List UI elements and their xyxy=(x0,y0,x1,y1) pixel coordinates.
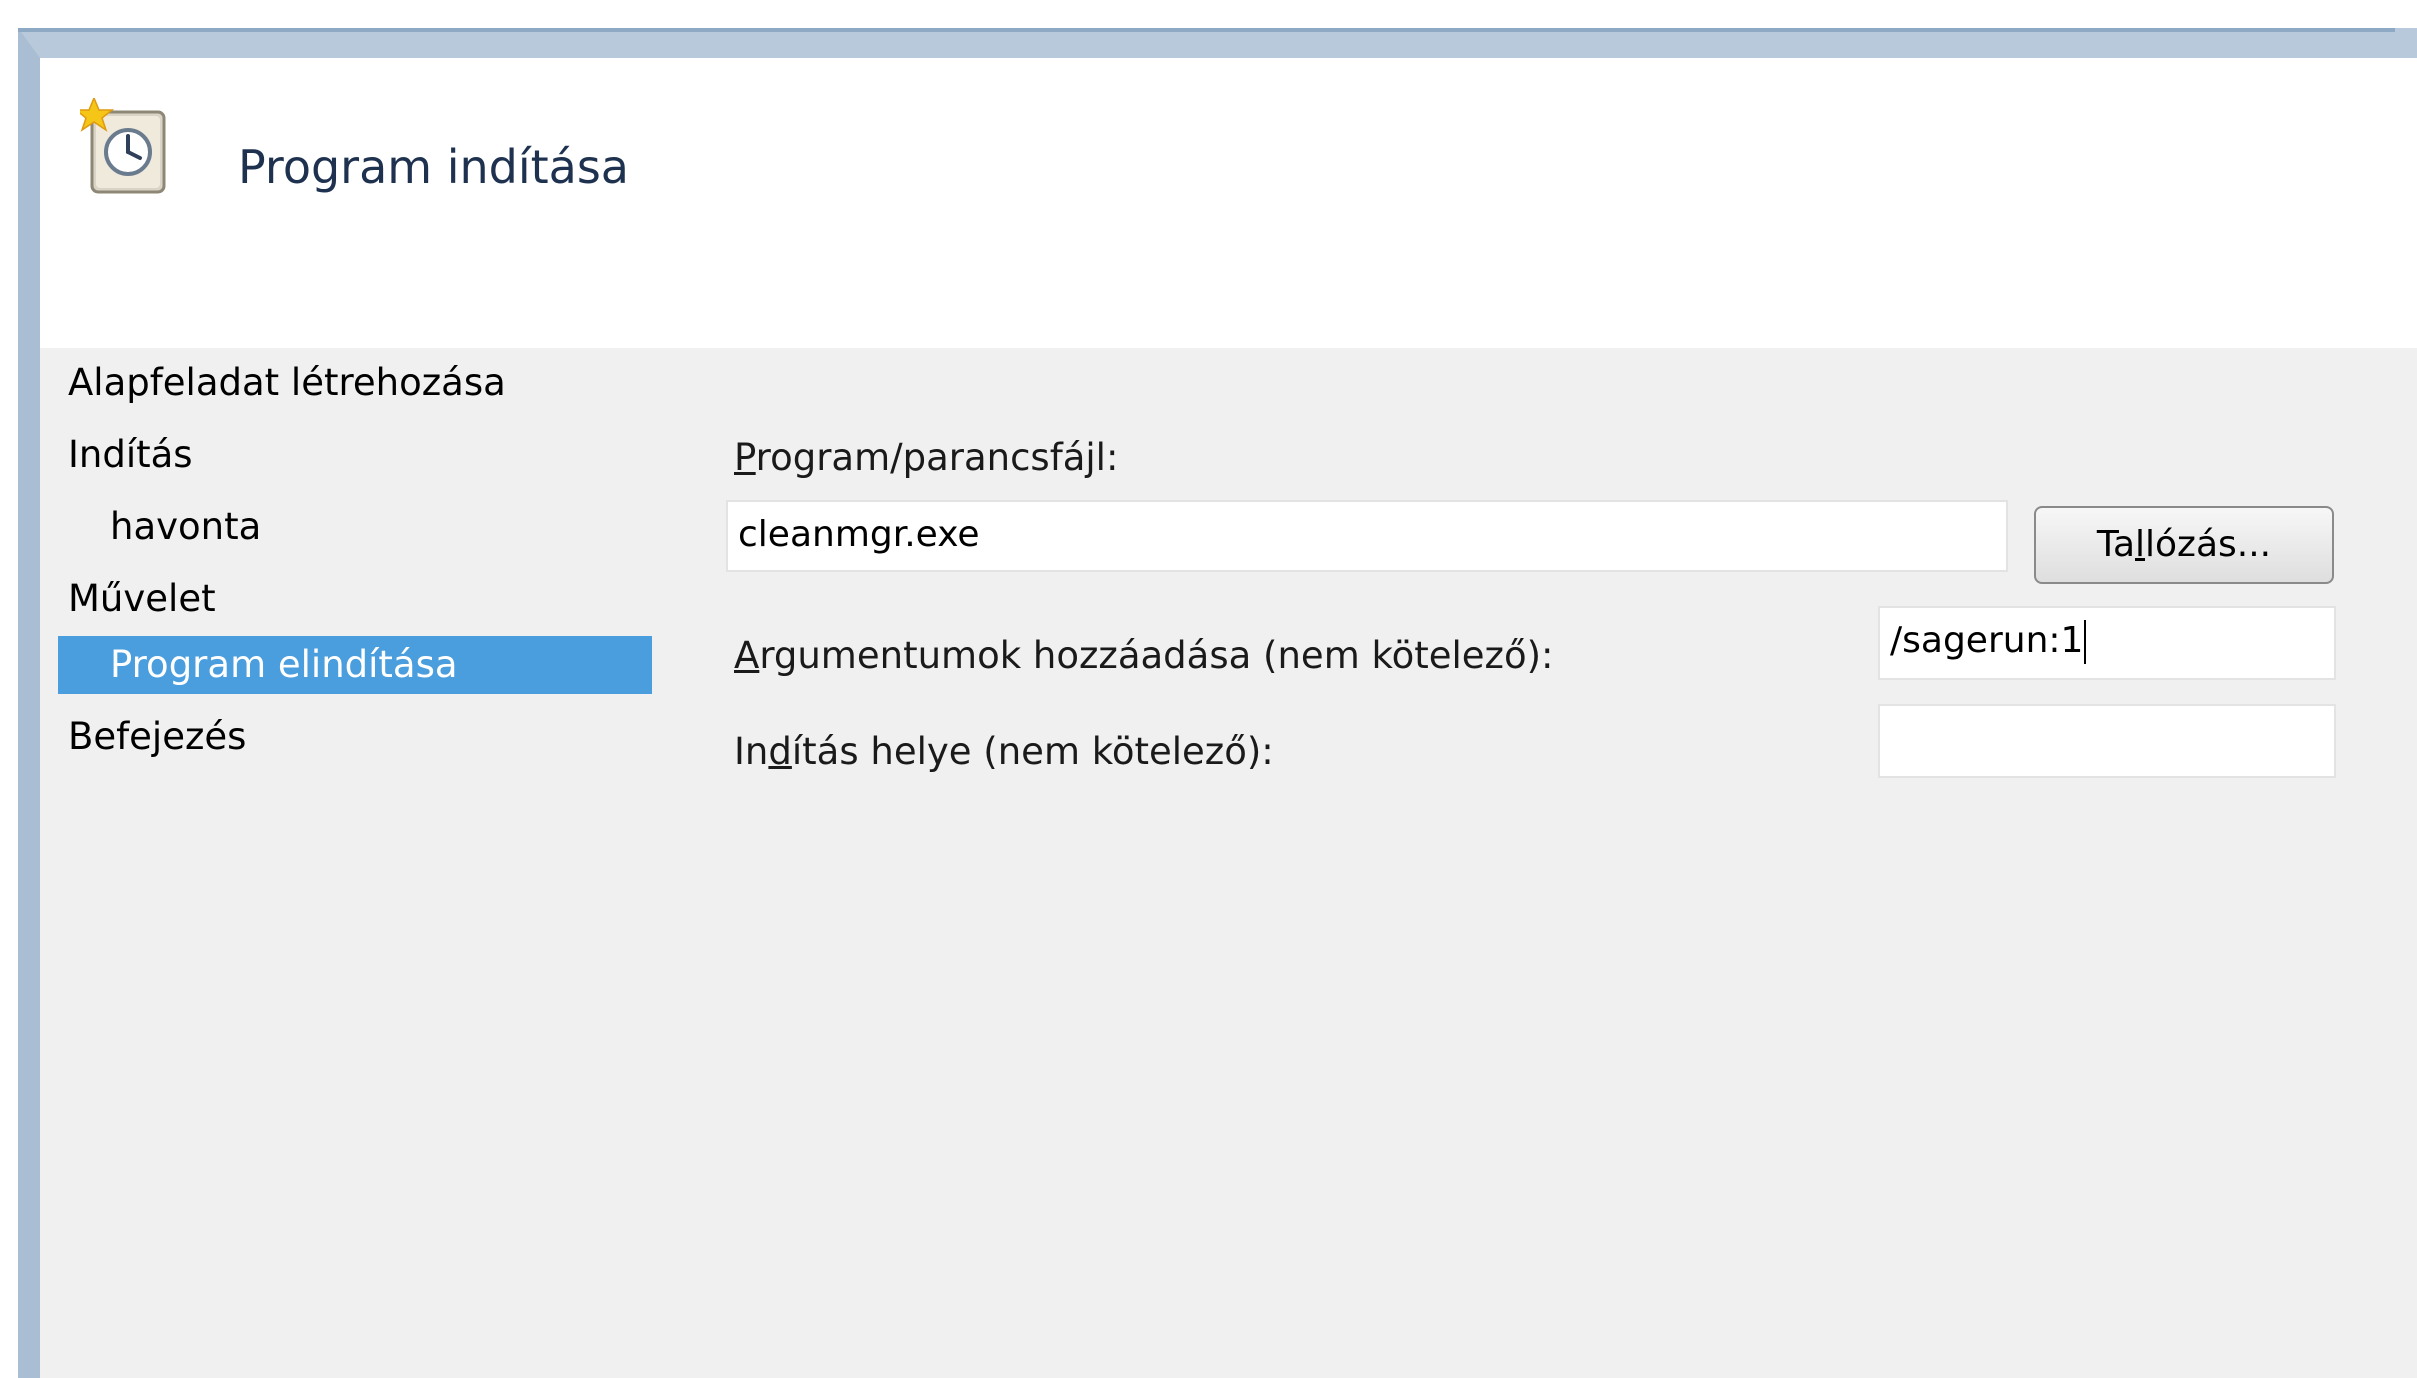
program-label-text: rogram/parancsfájl: xyxy=(755,436,1119,479)
task-scheduler-clock-icon xyxy=(73,96,170,198)
browse-button[interactable]: Tallózás... xyxy=(2034,506,2334,584)
arguments-input[interactable]: /sagerun:1 xyxy=(1878,606,2336,680)
step-action[interactable]: Művelet xyxy=(68,570,216,628)
arguments-value: /sagerun:1 xyxy=(1890,620,2084,661)
arguments-label: Argumentumok hozzáadása (nem kötelező): xyxy=(734,634,1554,677)
step-finish[interactable]: Befejezés xyxy=(68,708,246,766)
text-caret xyxy=(2084,620,2087,664)
start-in-label: Indítás helye (nem kötelező): xyxy=(734,730,1274,773)
start-in-label-pre: In xyxy=(734,730,769,773)
program-label-accesskey: P xyxy=(734,436,756,479)
step-trigger[interactable]: Indítás xyxy=(68,426,193,484)
browse-label-accesskey: l xyxy=(2135,524,2146,565)
program-script-input[interactable]: cleanmgr.exe xyxy=(726,500,2008,572)
start-in-input[interactable] xyxy=(1878,704,2336,778)
program-script-value: cleanmgr.exe xyxy=(738,514,980,555)
program-script-label: Program/parancsfájl: xyxy=(734,436,1118,479)
start-in-label-accesskey: d xyxy=(768,730,792,773)
page-title: Program indítása xyxy=(238,140,629,194)
args-label-text: rgumentumok hozzáadása (nem kötelező): xyxy=(759,634,1554,677)
wizard-header: Program indítása xyxy=(40,58,2417,348)
wizard-window: Program indítása Alapfeladat létrehozása… xyxy=(18,28,2417,1378)
browse-label-pre: Ta xyxy=(2096,524,2135,565)
step-monthly[interactable]: havonta xyxy=(110,498,261,556)
step-start-program[interactable]: Program elindítása xyxy=(58,636,652,694)
start-in-label-text: ítás helye (nem kötelező): xyxy=(791,730,1274,773)
args-label-accesskey: A xyxy=(734,634,760,677)
step-create-basic-task[interactable]: Alapfeladat létrehozása xyxy=(68,354,506,412)
browse-label-post: lózás... xyxy=(2145,524,2272,565)
